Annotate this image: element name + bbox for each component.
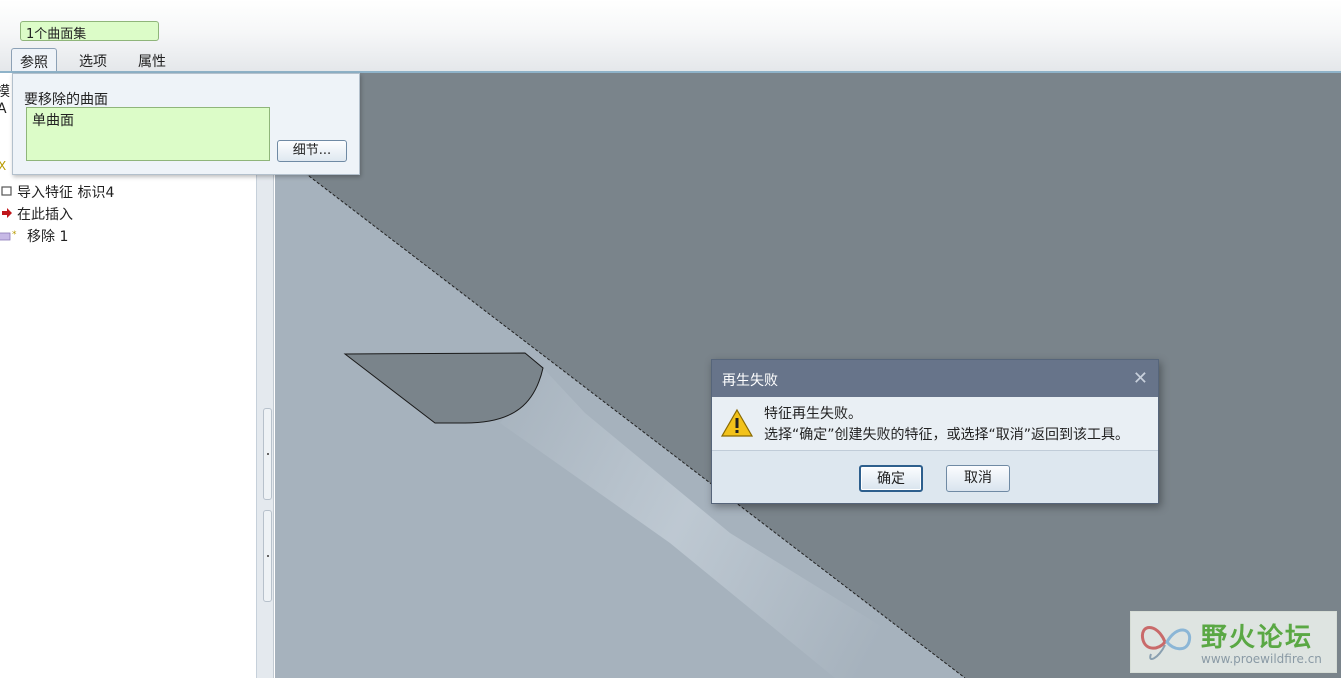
- tab-references[interactable]: 参照: [11, 48, 57, 73]
- tree-partial-label-2: A: [0, 101, 7, 117]
- tree-partial-item: X: [0, 159, 6, 173]
- surfaces-collector-box[interactable]: 单曲面: [26, 107, 270, 161]
- dialog-body: 特征再生失败。 选择“确定”创建失败的特征，或选择“取消”返回到该工具。: [712, 397, 1158, 451]
- dialog-title-bar[interactable]: 再生失败 ✕: [712, 360, 1158, 397]
- dialog-title: 再生失败: [722, 373, 778, 389]
- regeneration-failed-dialog: 再生失败 ✕ 特征再生失败。 选择“确定”创建失败的特征，或选择“取消”返回到该…: [711, 359, 1159, 504]
- tree-item-label: 在此插入: [17, 207, 73, 223]
- tree-partial-label-3: X: [0, 159, 7, 173]
- ok-button[interactable]: 确定: [859, 465, 923, 492]
- tree-partial-label-1: 模: [0, 84, 10, 100]
- tree-item-label: 移除 1: [27, 229, 69, 245]
- svg-text:*: *: [12, 230, 17, 240]
- forum-watermark: 野火论坛 www.proewildfire.cn: [1130, 611, 1337, 673]
- tree-item-label: 导入特征 标识4: [17, 185, 115, 201]
- tree-item-remove[interactable]: * 移除 1: [0, 226, 68, 246]
- watermark-title: 野火论坛: [1201, 623, 1314, 653]
- tree-partial-item: 模: [0, 81, 10, 101]
- close-icon[interactable]: ✕: [1133, 368, 1148, 389]
- watermark-url: www.proewildfire.cn: [1201, 652, 1322, 666]
- tree-item-insert-here[interactable]: 在此插入: [0, 204, 73, 224]
- remove-feature-icon: *: [0, 229, 24, 243]
- surfaces-to-remove-label: 要移除的曲面: [24, 92, 108, 108]
- insert-here-arrow-icon: [0, 207, 14, 221]
- warning-icon: [720, 408, 754, 442]
- sash-grip-upper[interactable]: [263, 408, 272, 500]
- watermark-logo-icon: [1137, 618, 1195, 672]
- dialog-message-line1: 特征再生失败。: [764, 406, 862, 422]
- tree-item-import-feature[interactable]: 导入特征 标识4: [0, 182, 114, 202]
- feature-dashboard: 1个曲面集 参照 选项 属性: [0, 0, 1341, 73]
- tab-properties[interactable]: 属性: [130, 48, 174, 72]
- surface-set-collector[interactable]: 1个曲面集: [20, 21, 159, 42]
- tree-partial-item: A: [0, 101, 7, 117]
- dialog-message-line2: 选择“确定”创建失败的特征，或选择“取消”返回到该工具。: [764, 427, 1130, 443]
- import-feature-icon: [0, 185, 14, 199]
- sash-grip-lower[interactable]: [263, 510, 272, 602]
- tab-options[interactable]: 选项: [71, 48, 115, 72]
- references-panel: 要移除的曲面 单曲面 细节...: [12, 73, 360, 175]
- surface-selection-item[interactable]: 单曲面: [32, 113, 74, 129]
- cancel-button[interactable]: 取消: [946, 465, 1010, 492]
- details-button[interactable]: 细节...: [277, 140, 347, 162]
